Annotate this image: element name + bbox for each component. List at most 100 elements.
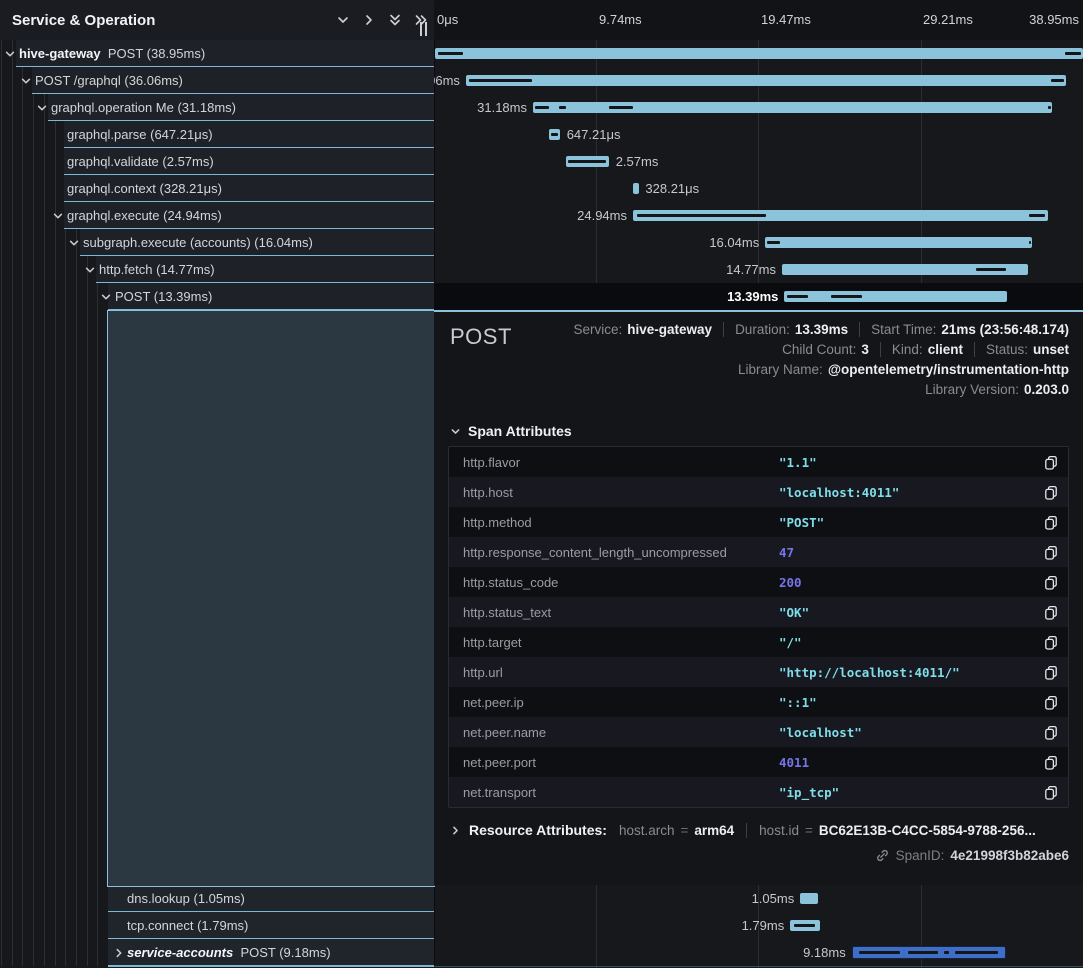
- span-duration-label: 328.21μs: [645, 175, 699, 202]
- attribute-value: "OK": [779, 605, 1034, 620]
- collapse-one-icon[interactable]: [330, 7, 356, 33]
- span-bar-row: 36.06ms: [434, 67, 1083, 94]
- chevron-right-icon: [450, 825, 461, 836]
- service-value: hive-gateway: [627, 322, 712, 337]
- timeline-header[interactable]: 0μs9.74ms19.47ms29.21ms38.95ms: [434, 0, 1083, 40]
- span-duration-bar[interactable]: [466, 75, 1066, 86]
- bar-self-time-mark: [637, 214, 766, 217]
- span-tree-label: graphql.operation Me (31.18ms): [51, 94, 236, 121]
- span-tree-label: service-accounts POST (9.18ms): [127, 939, 331, 966]
- panel-resize-handle[interactable]: [420, 22, 429, 36]
- span-duration-label: 2.57ms: [616, 148, 659, 175]
- span-duration-bar[interactable]: [800, 893, 818, 904]
- trace-viewer: Service & Operation 0μs9.74ms19.47ms29.2…: [0, 0, 1083, 968]
- span-duration-bar[interactable]: [566, 156, 609, 167]
- chevron-right-icon[interactable]: [112, 939, 126, 966]
- status-value: unset: [1033, 342, 1069, 357]
- span-tree-label: POST (13.39ms): [115, 283, 212, 310]
- span-id-label: SpanID:: [896, 848, 945, 863]
- resource-attributes-row[interactable]: Resource Attributes: host.arch = arm64 h…: [450, 822, 1069, 838]
- attribute-key: http.target: [449, 635, 779, 650]
- selected-span-region[interactable]: [107, 310, 435, 887]
- attribute-row: net.peer.ip"::1": [449, 687, 1068, 717]
- attribute-row: net.peer.port4011: [449, 747, 1068, 777]
- chevron-down-icon[interactable]: [3, 40, 17, 67]
- span-bar-row: 328.21μs: [434, 175, 1083, 202]
- span-duration-bar[interactable]: [633, 183, 639, 194]
- copy-icon[interactable]: [1034, 755, 1068, 770]
- expand-one-icon[interactable]: [356, 7, 382, 33]
- tree-header-title: Service & Operation: [0, 12, 330, 29]
- span-duration-bar[interactable]: [784, 291, 1007, 302]
- bar-self-time-mark: [1029, 214, 1045, 217]
- attribute-value: 47: [779, 545, 1034, 560]
- bottom-divider: [108, 966, 434, 967]
- span-attributes-toggle[interactable]: Span Attributes: [450, 423, 1083, 439]
- copy-icon[interactable]: [1034, 665, 1068, 680]
- attribute-row: http.status_code200: [449, 567, 1068, 597]
- meta-line-1: Service:hive-gateway Duration:13.39ms St…: [573, 322, 1069, 337]
- span-duration-bar[interactable]: [852, 946, 1007, 959]
- span-duration-bar[interactable]: [533, 102, 1052, 113]
- meta-line-2: Child Count:3 Kind:client Status:unset: [782, 342, 1069, 357]
- span-bar-row: 1.79ms: [434, 912, 1083, 939]
- attribute-row: net.transport"ip_tcp": [449, 777, 1068, 807]
- span-duration-label: 36.06ms: [434, 67, 460, 94]
- bar-self-time-mark: [908, 951, 939, 954]
- copy-icon[interactable]: [1034, 455, 1068, 470]
- span-duration-bar[interactable]: [435, 48, 1083, 59]
- bar-self-time-mark: [568, 160, 606, 163]
- meta-line-4: Library Version:0.203.0: [925, 382, 1069, 397]
- span-duration-bar[interactable]: [790, 920, 820, 931]
- span-bar-row: 1.05ms: [434, 885, 1083, 912]
- span-duration-label: 14.77ms: [726, 256, 776, 283]
- attribute-row: http.method"POST": [449, 507, 1068, 537]
- resource-attributes-title: Resource Attributes:: [469, 822, 607, 838]
- span-tree-label: http.fetch (14.77ms): [99, 256, 215, 283]
- indent-guide: [1, 40, 2, 966]
- resource-key: host.id: [759, 823, 799, 838]
- span-bar-row: 13.39ms: [434, 283, 1083, 310]
- chevron-down-icon[interactable]: [67, 229, 81, 256]
- copy-icon[interactable]: [1034, 635, 1068, 650]
- timeline-tick: 0μs: [437, 12, 458, 27]
- attribute-value: "::1": [779, 695, 1034, 710]
- attribute-value: "localhost": [779, 725, 1034, 740]
- chevron-down-icon[interactable]: [51, 202, 65, 229]
- span-bar-row: 16.04ms: [434, 229, 1083, 256]
- copy-icon[interactable]: [1034, 785, 1068, 800]
- attribute-row: http.url"http://localhost:4011/": [449, 657, 1068, 687]
- span-duration-bar[interactable]: [633, 210, 1048, 221]
- chevron-down-icon[interactable]: [99, 283, 113, 310]
- copy-icon[interactable]: [1034, 545, 1068, 560]
- span-duration-bar[interactable]: [549, 129, 560, 140]
- copy-icon[interactable]: [1034, 695, 1068, 710]
- span-duration-label: 16.04ms: [709, 229, 759, 256]
- chevron-down-icon[interactable]: [19, 67, 33, 94]
- attribute-value: "1.1": [779, 455, 1034, 470]
- bar-self-time-mark: [859, 951, 900, 954]
- attribute-value: "POST": [779, 515, 1034, 530]
- copy-icon[interactable]: [1034, 725, 1068, 740]
- attribute-key: net.transport: [449, 785, 779, 800]
- span-id-row: SpanID: 4e21998f3b82abe6: [434, 848, 1069, 863]
- indent-guide: [33, 40, 34, 966]
- timeline-tick: 19.47ms: [761, 12, 811, 27]
- resource-value: arm64: [694, 823, 734, 838]
- copy-icon[interactable]: [1034, 485, 1068, 500]
- chevron-down-icon[interactable]: [35, 94, 49, 121]
- timeline-tick: 29.21ms: [923, 12, 973, 27]
- attribute-key: http.flavor: [449, 455, 779, 470]
- link-icon[interactable]: [875, 848, 890, 863]
- service-name: hive-gateway: [19, 46, 101, 61]
- copy-icon[interactable]: [1034, 515, 1068, 530]
- bar-self-time-mark: [469, 79, 532, 82]
- span-duration-bar[interactable]: [765, 237, 1032, 248]
- span-duration-bar[interactable]: [782, 264, 1028, 275]
- copy-icon[interactable]: [1034, 605, 1068, 620]
- child-count-value: 3: [861, 342, 869, 357]
- chevron-down-icon[interactable]: [83, 256, 97, 283]
- attribute-row: net.peer.name"localhost": [449, 717, 1068, 747]
- copy-icon[interactable]: [1034, 575, 1068, 590]
- collapse-all-icon[interactable]: [382, 7, 408, 33]
